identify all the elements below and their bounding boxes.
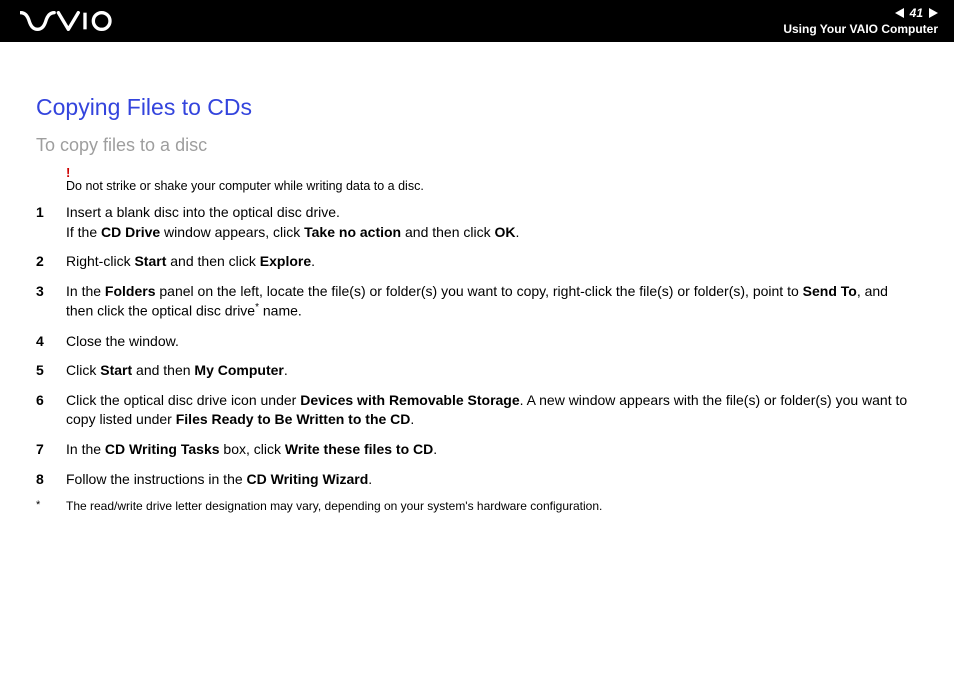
vaio-logo (20, 11, 120, 31)
footnote: * The read/write drive letter designatio… (36, 499, 918, 513)
step-body: In the CD Writing Tasks box, click Write… (66, 440, 918, 460)
section-name: Using Your VAIO Computer (783, 22, 938, 36)
step-item: 6Click the optical disc drive icon under… (36, 391, 918, 430)
step-number: 8 (36, 470, 66, 490)
page-number: 41 (910, 6, 923, 20)
warning-icon: ! (66, 166, 918, 179)
page-title: Copying Files to CDs (36, 94, 918, 121)
step-number: 4 (36, 332, 66, 352)
page-nav: 41 (895, 6, 938, 20)
header-right: 41 Using Your VAIO Computer (783, 6, 938, 36)
step-item: 7In the CD Writing Tasks box, click Writ… (36, 440, 918, 460)
step-number: 6 (36, 391, 66, 430)
step-item: 1Insert a blank disc into the optical di… (36, 203, 918, 242)
steps-list: 1Insert a blank disc into the optical di… (36, 203, 918, 489)
header-bar: 41 Using Your VAIO Computer (0, 0, 954, 42)
footnote-text: The read/write drive letter designation … (66, 499, 918, 513)
step-item: 8Follow the instructions in the CD Writi… (36, 470, 918, 490)
footnote-mark: * (36, 499, 66, 513)
step-number: 3 (36, 282, 66, 322)
step-number: 2 (36, 252, 66, 272)
nav-next-icon[interactable] (929, 8, 938, 18)
step-body: Close the window. (66, 332, 918, 352)
warning-text: Do not strike or shake your computer whi… (66, 179, 918, 193)
step-number: 5 (36, 361, 66, 381)
step-item: 2Right-click Start and then click Explor… (36, 252, 918, 272)
step-item: 4Close the window. (36, 332, 918, 352)
step-body: Right-click Start and then click Explore… (66, 252, 918, 272)
page-subtitle: To copy files to a disc (36, 135, 918, 156)
step-number: 1 (36, 203, 66, 242)
step-body: Follow the instructions in the CD Writin… (66, 470, 918, 490)
step-item: 5Click Start and then My Computer. (36, 361, 918, 381)
nav-prev-icon[interactable] (895, 8, 904, 18)
step-body: Insert a blank disc into the optical dis… (66, 203, 918, 242)
step-body: In the Folders panel on the left, locate… (66, 282, 918, 322)
warning-block: ! Do not strike or shake your computer w… (66, 166, 918, 193)
step-body: Click the optical disc drive icon under … (66, 391, 918, 430)
page-content: Copying Files to CDs To copy files to a … (0, 42, 954, 513)
step-number: 7 (36, 440, 66, 460)
step-item: 3In the Folders panel on the left, locat… (36, 282, 918, 322)
step-body: Click Start and then My Computer. (66, 361, 918, 381)
